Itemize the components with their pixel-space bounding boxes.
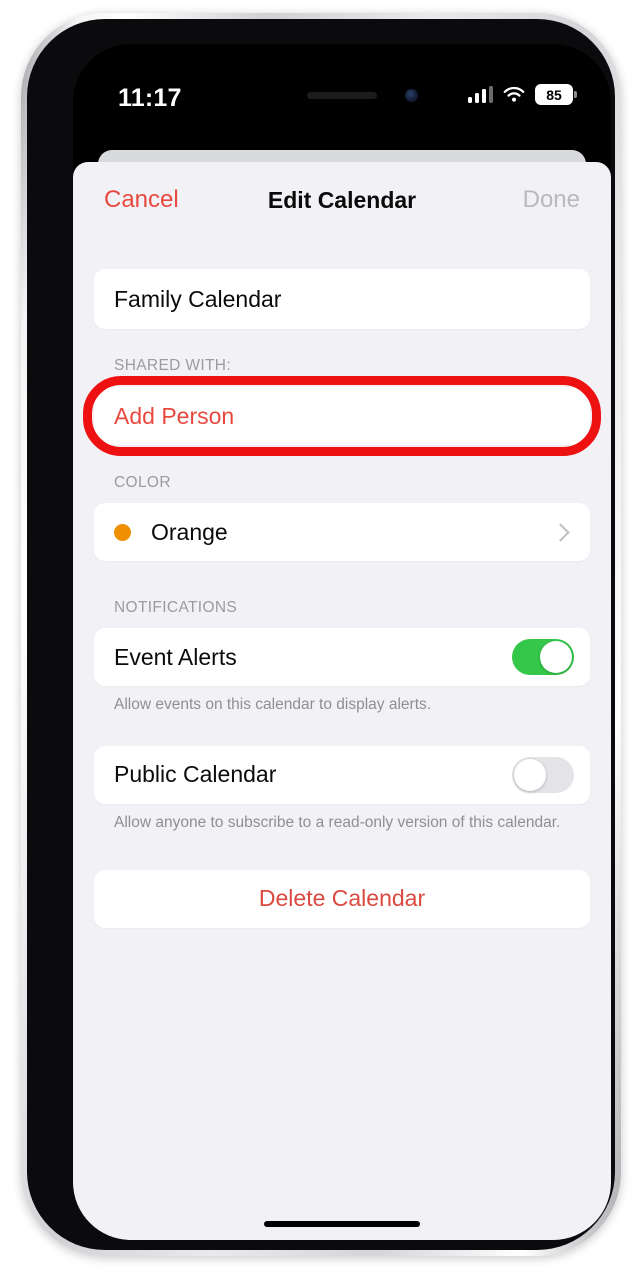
phone-device-frame: 11:17 85 Cancel Edit Calendar Done Famil… bbox=[21, 13, 621, 1256]
public-calendar-row[interactable]: Public Calendar bbox=[94, 745, 590, 804]
color-section-label: COLOR bbox=[114, 474, 171, 491]
shared-with-section-label: SHARED WITH: bbox=[114, 357, 232, 374]
toggle-knob bbox=[514, 758, 546, 791]
add-person-label: Add Person bbox=[114, 402, 235, 429]
public-calendar-toggle[interactable] bbox=[512, 756, 574, 793]
notifications-section-label: NOTIFICATIONS bbox=[114, 599, 238, 616]
color-swatch-icon bbox=[114, 523, 131, 541]
battery-cap bbox=[574, 91, 577, 98]
sheet-navigation-bar: Cancel Edit Calendar Done bbox=[73, 162, 611, 236]
status-bar-indicators: 85 bbox=[467, 84, 577, 105]
display-notch bbox=[244, 44, 440, 78]
home-indicator[interactable] bbox=[264, 1221, 420, 1227]
color-selected-value: Orange bbox=[151, 518, 228, 545]
calendar-name-field[interactable]: Family Calendar bbox=[94, 269, 590, 329]
chevron-right-icon bbox=[551, 522, 570, 542]
delete-calendar-button[interactable]: Delete Calendar bbox=[94, 869, 590, 928]
add-person-button[interactable]: Add Person bbox=[94, 387, 590, 445]
add-person-row-wrapper: Add Person bbox=[83, 376, 601, 456]
wifi-icon bbox=[503, 86, 525, 102]
color-row[interactable]: Orange bbox=[94, 503, 590, 561]
calendar-name-value[interactable]: Family Calendar bbox=[94, 286, 281, 313]
done-button[interactable]: Done bbox=[523, 188, 580, 212]
public-calendar-label: Public Calendar bbox=[114, 761, 277, 788]
event-alerts-label: Event Alerts bbox=[114, 643, 237, 670]
cellular-signal-icon bbox=[467, 86, 493, 103]
delete-calendar-label: Delete Calendar bbox=[258, 885, 426, 912]
public-calendar-footnote: Allow anyone to subscribe to a read-only… bbox=[114, 813, 561, 831]
edit-calendar-sheet: Cancel Edit Calendar Done Family Calenda… bbox=[73, 162, 611, 1240]
battery-icon: 85 bbox=[535, 84, 577, 105]
status-bar-clock: 11:17 bbox=[118, 84, 182, 112]
phone-screen: 11:17 85 Cancel Edit Calendar Done Famil… bbox=[73, 44, 611, 1240]
battery-percentage: 85 bbox=[546, 86, 562, 103]
event-alerts-footnote: Allow events on this calendar to display… bbox=[114, 696, 432, 713]
event-alerts-toggle[interactable] bbox=[512, 639, 574, 675]
front-camera-icon bbox=[405, 89, 418, 102]
sheet-content: Family Calendar SHARED WITH: Add Person … bbox=[73, 269, 611, 928]
event-alerts-row[interactable]: Event Alerts bbox=[94, 628, 590, 686]
toggle-knob bbox=[540, 641, 572, 673]
earpiece-speaker bbox=[307, 92, 377, 99]
